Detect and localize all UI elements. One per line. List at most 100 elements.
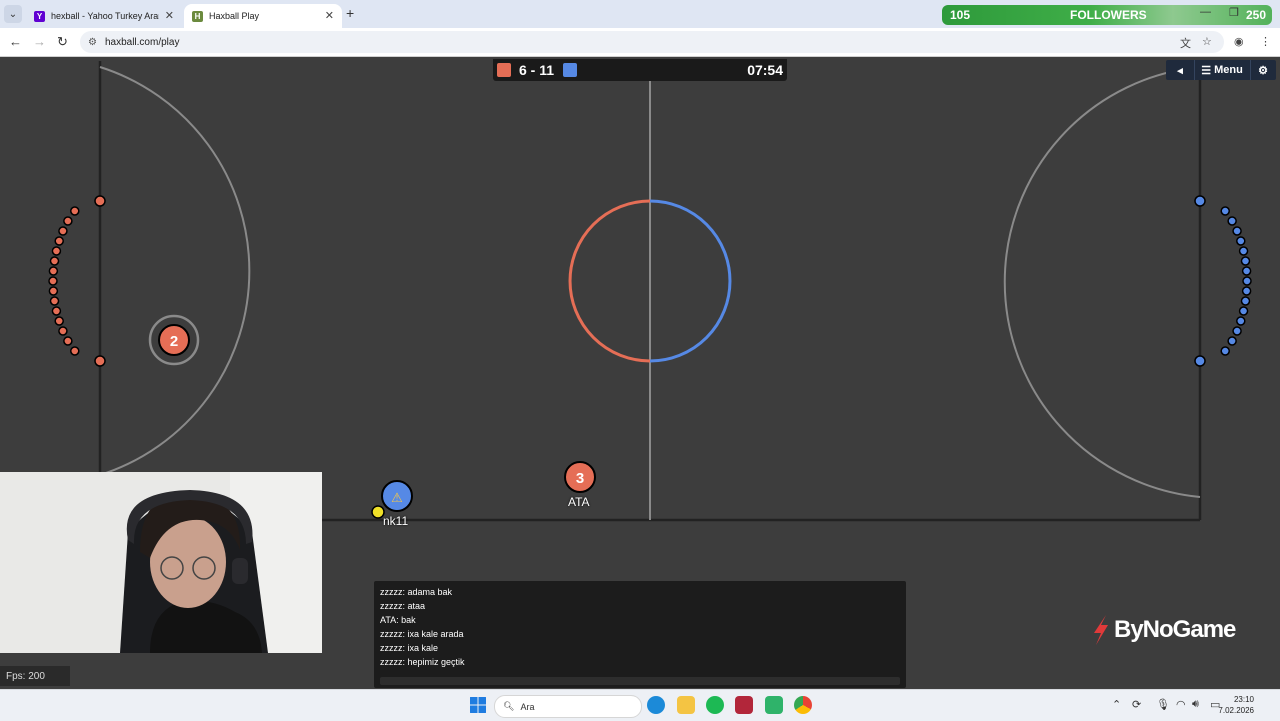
red-goal-net <box>48 195 106 367</box>
url-field[interactable]: ⚙ haxball.com/play <box>80 31 1224 53</box>
bookmark-star-icon[interactable]: ☆ <box>1202 35 1212 48</box>
goal-net-post <box>94 355 106 367</box>
sync-icon[interactable]: ⟳ <box>1132 698 1141 711</box>
goal-net-post <box>63 336 73 346</box>
match-timer: 07:54 <box>747 62 783 78</box>
browser-tab-bar: ⌄ Y hexball - Yahoo Turkey Arama S ✕ H H… <box>0 0 1280 28</box>
winrar-icon[interactable] <box>735 696 753 714</box>
search-placeholder: Ara <box>520 701 535 712</box>
file-explorer-icon[interactable] <box>677 696 695 714</box>
goal-net-post <box>1194 195 1206 207</box>
blue-goal-net <box>1194 195 1252 367</box>
tray-chevron-icon[interactable]: ⌃ <box>1112 698 1121 711</box>
translate-icon[interactable]: 文 <box>1180 35 1191 51</box>
site-info-icon[interactable]: ⚙ <box>88 37 97 48</box>
goal-net-post <box>1194 355 1206 367</box>
goal-net-post <box>58 226 68 236</box>
goal-net-post <box>94 195 106 207</box>
tab-title: Haxball Play <box>209 11 260 21</box>
app-icon[interactable] <box>765 696 783 714</box>
spotify-icon[interactable] <box>706 696 724 714</box>
goal-net-post <box>1240 256 1251 266</box>
goal-net-post <box>1238 246 1249 256</box>
yahoo-favicon-icon: Y <box>34 10 45 22</box>
tab-list-chevron-icon[interactable]: ⌄ <box>4 5 22 23</box>
profile-icon[interactable]: ◉ <box>1234 35 1244 48</box>
blue-team-square <box>563 63 577 77</box>
goal-net-post <box>1232 326 1242 336</box>
goal-net-post <box>1220 346 1230 356</box>
goal-net-post <box>54 236 64 246</box>
sound-toggle-button[interactable]: ◂ <box>1166 60 1195 80</box>
taskbar-clock[interactable]: 23:10 7.02.2026 <box>1218 694 1254 716</box>
taskbar-search[interactable]: 🔍︎ Ara <box>494 695 642 718</box>
chat-message: zzzzz: adama bak <box>380 587 453 597</box>
haxball-game-area[interactable]: 2 3 ⚠ ATA nk11 6 - 11 07:54 ◂ ☰ Menu ⚙ z… <box>0 57 1280 688</box>
streamer-webcam-image <box>0 472 322 653</box>
hamburger-icon: ☰ <box>1201 64 1212 77</box>
goal-net-post <box>1236 316 1246 326</box>
chat-message: zzzzz: hepimiz geçtik <box>380 657 465 667</box>
kebab-menu-icon[interactable]: ⋮ <box>1260 35 1271 48</box>
player-blue-nk11: ⚠ <box>381 480 413 512</box>
reload-icon[interactable]: ↻ <box>57 34 68 50</box>
edge-browser-icon[interactable] <box>647 696 665 714</box>
search-icon: 🔍︎ <box>503 701 515 711</box>
bynogame-logo-icon <box>1094 615 1108 645</box>
score-text: 6 - 11 <box>519 62 555 78</box>
wifi-icon[interactable]: ◠ <box>1176 698 1186 711</box>
goal-net-post <box>70 206 80 216</box>
chat-message: zzzzz: ixa kale <box>380 643 439 653</box>
new-tab-plus-icon[interactable]: + <box>346 5 354 21</box>
player-name-ata: ATA <box>568 495 590 509</box>
chat-input[interactable] <box>380 677 900 685</box>
scoreboard: 6 - 11 07:54 <box>493 59 787 81</box>
followers-goal: 250 <box>1245 8 1266 22</box>
microphone-icon[interactable]: 🎙︎ <box>1156 698 1170 711</box>
tab-close-icon[interactable]: ✕ <box>165 9 174 22</box>
game-menu-bar: ◂ ☰ Menu ⚙ <box>1166 60 1276 80</box>
chat-message: ATA: bak <box>380 615 416 625</box>
clock-date: 7.02.2026 <box>1218 706 1254 715</box>
back-arrow-icon[interactable]: ← <box>9 34 22 49</box>
goal-net-post <box>48 286 59 296</box>
goal-net-post <box>48 266 59 276</box>
url-text: haxball.com/play <box>104 36 180 48</box>
red-team-square <box>497 63 511 77</box>
chat-box: zzzzz: adama bak zzzzz: ataa ATA: bak zz… <box>374 581 906 688</box>
minimize-icon[interactable]: — <box>1200 6 1211 18</box>
watermark-text: ByNoGame <box>1114 616 1236 643</box>
settings-button[interactable]: ⚙ <box>1250 60 1276 80</box>
restore-icon[interactable]: ❐ <box>1229 6 1239 19</box>
tab-close-icon[interactable]: ✕ <box>325 9 334 22</box>
followers-goal-overlay: 105 FOLLOWERS 250 <box>942 5 1272 25</box>
goal-net-post <box>54 316 64 326</box>
haxball-favicon-icon: H <box>192 10 203 22</box>
goal-net-post <box>1241 286 1252 296</box>
goal-net-post <box>63 216 73 226</box>
webcam-overlay <box>0 472 322 653</box>
bynogame-watermark: ByNoGame <box>1092 615 1236 645</box>
browser-address-bar: ← → ↻ ⚙ haxball.com/play 文 ☆ ◉ ⋮ <box>0 28 1280 57</box>
warning-icon: ⚠ <box>391 491 403 506</box>
windows-start-icon[interactable] <box>469 696 487 714</box>
clock-time: 23:10 <box>1233 695 1254 704</box>
forward-arrow-icon[interactable]: → <box>33 34 46 49</box>
browser-tab-yahoo[interactable]: Y hexball - Yahoo Turkey Arama S ✕ <box>26 4 182 28</box>
goal-net-post <box>1238 306 1249 316</box>
center-circle-blue-half <box>649 199 732 363</box>
player-number: 2 <box>170 333 178 350</box>
goal-net-post <box>1227 336 1237 346</box>
followers-count: 105 <box>950 8 971 22</box>
goal-net-post <box>1227 216 1237 226</box>
volume-icon[interactable]: 🔊︎ <box>1192 698 1199 711</box>
browser-tab-haxball[interactable]: H Haxball Play ✕ <box>184 4 342 28</box>
chat-message: zzzzz: ataa <box>380 601 426 611</box>
goal-net-post <box>1242 276 1252 286</box>
player-number: 3 <box>576 470 584 487</box>
center-circle-red-half <box>568 199 651 363</box>
menu-button[interactable]: ☰ Menu <box>1194 60 1251 80</box>
chrome-icon[interactable] <box>794 696 812 714</box>
goal-net-post <box>51 306 62 316</box>
goal-net-post <box>49 296 60 306</box>
